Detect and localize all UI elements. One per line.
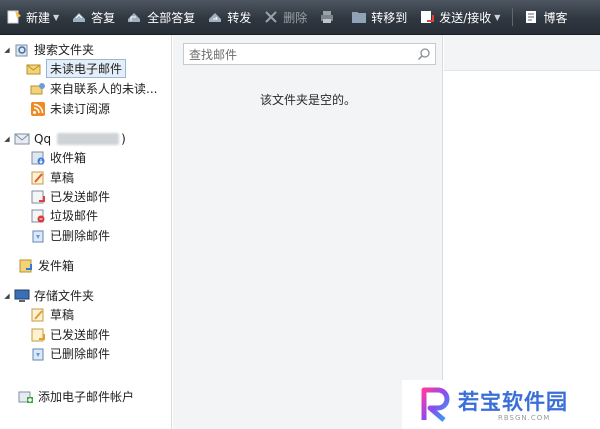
outbox-icon (18, 258, 34, 274)
delete-button[interactable]: 删除 (263, 0, 308, 34)
add-account-link[interactable]: 添加电子邮件帐户 (18, 387, 134, 406)
tree-item-from-contacts[interactable]: 来自联系人的未读... (30, 79, 157, 98)
tree-label: 未读订阅源 (50, 102, 111, 116)
search-placeholder: 查找邮件 (189, 47, 238, 62)
forward-icon (207, 9, 223, 25)
tree-label: 发件箱 (38, 259, 75, 273)
send-receive-label: 发送/接收 (439, 10, 492, 25)
blog-button[interactable]: 博客 (523, 0, 568, 34)
new-button[interactable]: 新建 ▼ (6, 0, 59, 34)
send-receive-icon (419, 9, 435, 25)
delete-label: 删除 (283, 10, 308, 25)
tree-label: 添加电子邮件帐户 (38, 390, 135, 404)
drafts-icon (30, 170, 46, 186)
toolbar: 新建 ▼ 答复 全部答复 转发 删除 转移到 发送/接收 ▼ 博客 (0, 0, 600, 35)
chevron-down-icon[interactable]: ▼ (53, 13, 59, 22)
account-suffix: ) (121, 131, 126, 146)
tree-item-junk[interactable]: 垃圾邮件 (30, 206, 98, 225)
tree-label: 草稿 (50, 171, 75, 185)
message-list-pane: 查找邮件 该文件夹是空的。 (173, 35, 443, 429)
tree-label: 搜索文件夹 (34, 43, 95, 57)
unread-mail-icon (26, 61, 42, 77)
junk-mail-icon (30, 208, 46, 224)
collapse-icon[interactable]: ◢ (2, 135, 12, 143)
blog-label: 博客 (543, 10, 568, 25)
reply-button[interactable]: 答复 (71, 0, 116, 34)
account-icon (14, 131, 30, 147)
folder-pane: ◢ 搜索文件夹 未读电子邮件 来自联系人的未读... 未读订阅源 ◢ Qq ) (0, 35, 172, 429)
watermark-logo (421, 387, 450, 422)
tree-label: 来自联系人的未读... (50, 82, 158, 96)
blog-icon (523, 9, 539, 25)
tree-item-storage-sent[interactable]: 已发送邮件 (30, 325, 110, 344)
delete-icon (263, 9, 279, 25)
search-folder-icon (14, 42, 30, 58)
tree-label: 垃圾邮件 (50, 209, 99, 223)
move-to-label: 转移到 (371, 10, 408, 25)
tree-item-deleted[interactable]: 已删除邮件 (30, 226, 110, 245)
search-input[interactable]: 查找邮件 (183, 43, 436, 65)
rss-icon (30, 101, 46, 117)
reply-all-label: 全部答复 (147, 10, 196, 25)
chevron-down-icon[interactable]: ▼ (494, 13, 500, 22)
account-name: Qq (34, 131, 52, 146)
tree-label: 已发送邮件 (50, 328, 111, 342)
sent-mail-icon (30, 327, 46, 343)
empty-folder-message: 该文件夹是空的。 (259, 93, 356, 107)
tree-item-inbox[interactable]: 收件箱 (30, 148, 86, 167)
print-button[interactable] (319, 0, 339, 34)
toolbar-divider (512, 8, 514, 26)
tree-item-unread-feeds[interactable]: 未读订阅源 (30, 99, 110, 118)
new-label: 新建 (26, 10, 51, 25)
watermark-text: 若宝软件园 (458, 390, 568, 414)
reply-icon (71, 9, 87, 25)
tree-item-storage-deleted[interactable]: 已删除邮件 (30, 344, 110, 363)
move-to-button[interactable]: 转移到 (351, 0, 408, 34)
account-email-redacted (57, 132, 120, 145)
recycle-bin-icon (30, 346, 46, 362)
tree-item-search-folders[interactable]: ◢ 搜索文件夹 (2, 40, 94, 59)
sent-mail-icon (30, 189, 46, 205)
forward-button[interactable]: 转发 (207, 0, 252, 34)
reading-pane (444, 35, 600, 429)
tree-item-drafts[interactable]: 草稿 (30, 168, 74, 187)
tree-item-storage-drafts[interactable]: 草稿 (30, 305, 74, 324)
collapse-icon[interactable]: ◢ (2, 46, 12, 54)
reply-all-icon (127, 9, 143, 25)
collapse-icon[interactable]: ◢ (2, 292, 12, 300)
watermark: 若宝软件园 RBSGN.COM (402, 380, 600, 429)
new-mail-icon (6, 9, 22, 25)
add-account-icon (18, 389, 34, 405)
tree-label: 未读电子邮件 (46, 59, 127, 78)
tree-item-unread-mail[interactable]: 未读电子邮件 (26, 59, 127, 78)
watermark-subtext: RBSGN.COM (498, 414, 551, 422)
inbox-icon (30, 150, 46, 166)
computer-icon (14, 288, 30, 304)
tree-label: 已删除邮件 (50, 347, 111, 361)
tree-item-account[interactable]: ◢ Qq ) (2, 129, 126, 148)
print-icon (319, 9, 335, 25)
tree-item-outbox[interactable]: 发件箱 (18, 256, 74, 275)
tree-label: 存储文件夹 (34, 289, 95, 303)
tree-item-storage-folders[interactable]: ◢ 存储文件夹 (2, 286, 94, 305)
forward-label: 转发 (227, 10, 252, 25)
tree-label: 已发送邮件 (50, 190, 111, 204)
send-receive-button[interactable]: 发送/接收 ▼ (419, 0, 500, 34)
move-folder-icon (351, 9, 367, 25)
reply-all-button[interactable]: 全部答复 (127, 0, 196, 34)
search-icon[interactable] (417, 47, 431, 61)
tree-label: 草稿 (50, 308, 75, 322)
tree-label: 已删除邮件 (50, 229, 111, 243)
tree-label: 收件箱 (50, 151, 87, 165)
contacts-mail-icon (30, 81, 46, 97)
recycle-bin-icon (30, 228, 46, 244)
reply-label: 答复 (91, 10, 116, 25)
tree-item-sent[interactable]: 已发送邮件 (30, 187, 110, 206)
drafts-icon (30, 307, 46, 323)
reading-pane-header (444, 35, 600, 71)
